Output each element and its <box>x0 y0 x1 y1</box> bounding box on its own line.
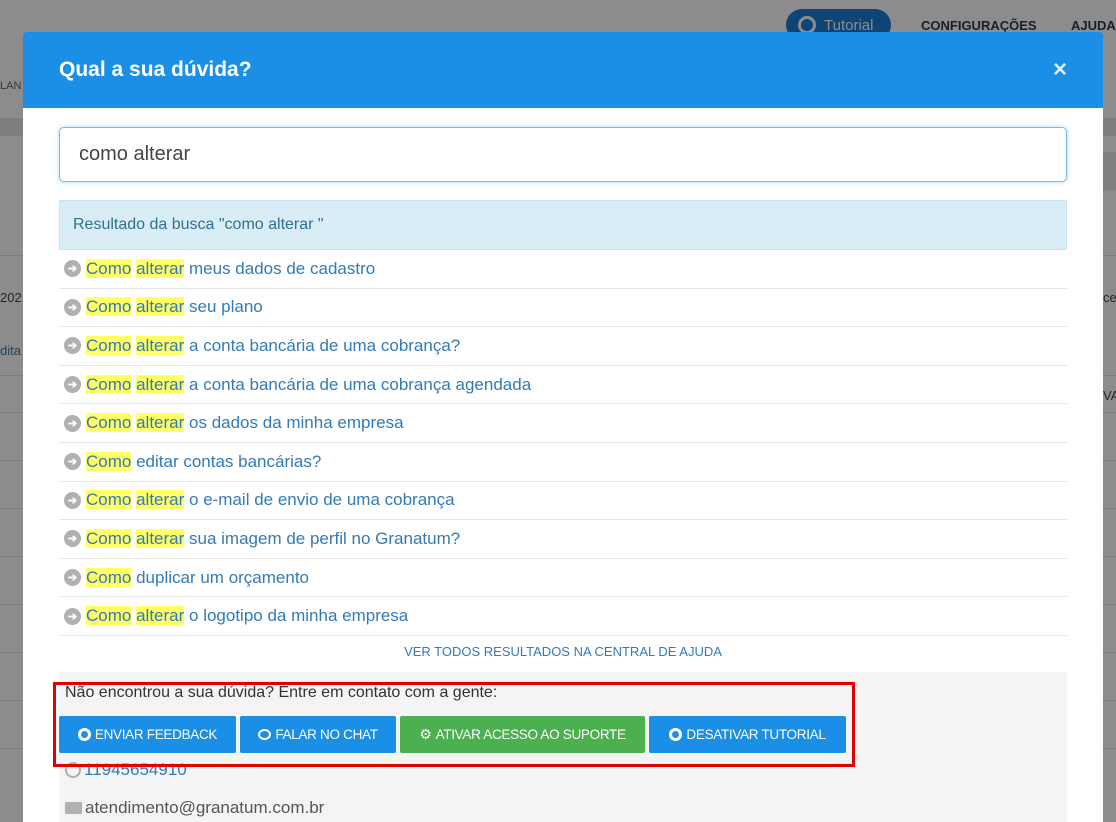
modal-header: Qual a sua dúvida? × <box>23 32 1103 108</box>
search-term-highlight: Como <box>86 528 132 548</box>
search-result-item[interactable]: ➔ Como alterar a conta bancária de uma co… <box>59 327 1067 366</box>
search-term-highlight: alterar <box>136 297 185 317</box>
disable-tutorial-label: DESATIVAR TUTORIAL <box>686 727 826 742</box>
search-result-item[interactable]: ➔ Como alterar sua imagem de perfil no Gr… <box>59 520 1067 559</box>
search-result-header: Resultado da busca "como alterar " <box>59 200 1067 250</box>
search-term-highlight: alterar <box>136 374 185 394</box>
support-email[interactable]: atendimento@granatum.com.br <box>65 798 324 818</box>
disable-tutorial-button[interactable]: DESATIVAR TUTORIAL <box>649 716 846 753</box>
search-result-text: Como alterar o e-mail de envio de uma co… <box>86 490 455 510</box>
search-result-item[interactable]: ➔ Como duplicar um orçamento <box>59 559 1067 598</box>
search-result-rest: meus dados de cadastro <box>189 258 376 278</box>
search-term-highlight: alterar <box>136 258 185 278</box>
search-term-highlight: alterar <box>136 335 185 355</box>
close-icon[interactable]: × <box>1053 58 1067 82</box>
search-result-item[interactable]: ➔ Como alterar o logotipo da minha empres… <box>59 597 1067 636</box>
search-input[interactable] <box>59 127 1067 182</box>
whatsapp-phone[interactable]: 11945654910 <box>65 760 187 780</box>
search-term-highlight: Como <box>86 374 132 394</box>
arrow-right-circle-icon: ➔ <box>64 453 81 471</box>
lifebuoy-icon <box>669 728 683 741</box>
send-feedback-label: ENVIAR FEEDBACK <box>94 727 218 742</box>
arrow-right-circle-icon: ➔ <box>64 569 81 587</box>
search-result-text: Como alterar os dados da minha empresa <box>86 413 404 433</box>
search-term-highlight: Como <box>86 606 132 626</box>
search-results-list: ➔ Como alterar meus dados de cadastro ➔ Com… <box>59 250 1067 636</box>
search-result-rest: o e-mail de envio de uma cobrança <box>189 490 455 510</box>
chat-bubble-icon <box>258 729 272 740</box>
envelope-icon <box>65 802 82 814</box>
search-result-rest: o logotipo da minha empresa <box>189 606 409 626</box>
search-result-item[interactable]: ➔ Como alterar o e-mail de envio de uma c… <box>59 482 1067 521</box>
activate-support-label: ATIVAR ACESSO AO SUPORTE <box>435 727 626 742</box>
chat-button[interactable]: FALAR NO CHAT <box>240 716 396 753</box>
search-term-highlight: alterar <box>136 490 185 510</box>
search-result-text: Como duplicar um orçamento <box>86 567 310 588</box>
arrow-right-circle-icon: ➔ <box>64 376 81 394</box>
search-result-item[interactable]: ➔ Como alterar a conta bancária de uma co… <box>59 366 1067 405</box>
search-result-text: Como alterar meus dados de cadastro <box>86 258 376 279</box>
search-term-highlight: Como <box>86 297 132 317</box>
phone-number: 11945654910 <box>84 760 187 779</box>
see-all-results-link[interactable]: VER TODOS RESULTADOS NA CENTRAL DE AJUDA <box>59 644 1067 659</box>
search-term-highlight: alterar <box>136 528 185 548</box>
search-result-item[interactable]: ➔ Como alterar os dados da minha empresa <box>59 404 1067 443</box>
contact-buttons: ENVIAR FEEDBACK FALAR NO CHAT ⚙ ATIVAR A… <box>59 716 846 753</box>
contact-panel: Não encontrou a sua dúvida? Entre em con… <box>59 672 1067 822</box>
search-result-text: Como alterar sua imagem de perfil no Gra… <box>86 528 461 549</box>
search-result-item[interactable]: ➔ Como editar contas bancárias? <box>59 443 1067 482</box>
search-term-highlight: Como <box>86 490 132 510</box>
search-result-text: Como alterar a conta bancária de uma cob… <box>86 335 461 356</box>
search-term-highlight: alterar <box>136 606 185 626</box>
search-result-text: Como alterar a conta bancária de uma cob… <box>86 374 532 395</box>
search-result-rest: duplicar um orçamento <box>136 567 310 587</box>
search-result-rest: editar contas bancárias? <box>136 451 322 471</box>
search-result-rest: sua imagem de perfil no Granatum? <box>189 528 461 548</box>
gear-icon: ⚙ <box>419 726 432 742</box>
search-term-highlight: alterar <box>136 413 185 433</box>
activate-support-button[interactable]: ⚙ ATIVAR ACESSO AO SUPORTE <box>400 716 645 753</box>
whatsapp-icon <box>65 762 81 778</box>
send-feedback-button[interactable]: ENVIAR FEEDBACK <box>59 716 236 753</box>
arrow-right-circle-icon: ➔ <box>64 337 81 355</box>
chat-label: FALAR NO CHAT <box>275 727 378 742</box>
search-result-rest: os dados da minha empresa <box>189 413 404 433</box>
search-result-rest: a conta bancária de uma cobrança agendad… <box>189 374 532 394</box>
search-term-highlight: Como <box>86 335 132 355</box>
search-term-highlight: Como <box>86 413 132 433</box>
arrow-right-circle-icon: ➔ <box>64 607 81 625</box>
arrow-right-circle-icon: ➔ <box>64 260 81 278</box>
search-result-rest: seu plano <box>189 297 263 317</box>
search-result-text: Como alterar seu plano <box>86 297 263 317</box>
search-result-rest: a conta bancária de uma cobrança? <box>189 335 461 355</box>
search-result-text: Como alterar o logotipo da minha empresa <box>86 606 408 626</box>
search-term-highlight: Como <box>86 451 132 471</box>
arrow-right-circle-icon: ➔ <box>64 414 81 432</box>
contact-question: Não encontrou a sua dúvida? Entre em con… <box>65 684 498 701</box>
search-term-highlight: Como <box>86 567 132 587</box>
lifebuoy-icon <box>77 728 91 741</box>
arrow-right-circle-icon: ➔ <box>64 298 81 316</box>
search-result-item[interactable]: ➔ Como alterar seu plano <box>59 289 1067 328</box>
arrow-right-circle-icon: ➔ <box>64 491 81 509</box>
email-address: atendimento@granatum.com.br <box>85 798 325 817</box>
help-modal: Qual a sua dúvida? × Resultado da busca … <box>23 32 1103 822</box>
arrow-right-circle-icon: ➔ <box>64 530 81 548</box>
search-term-highlight: Como <box>86 258 132 278</box>
search-result-text: Como editar contas bancárias? <box>86 451 322 472</box>
modal-title: Qual a sua dúvida? <box>59 58 252 81</box>
search-result-item[interactable]: ➔ Como alterar meus dados de cadastro <box>59 250 1067 289</box>
